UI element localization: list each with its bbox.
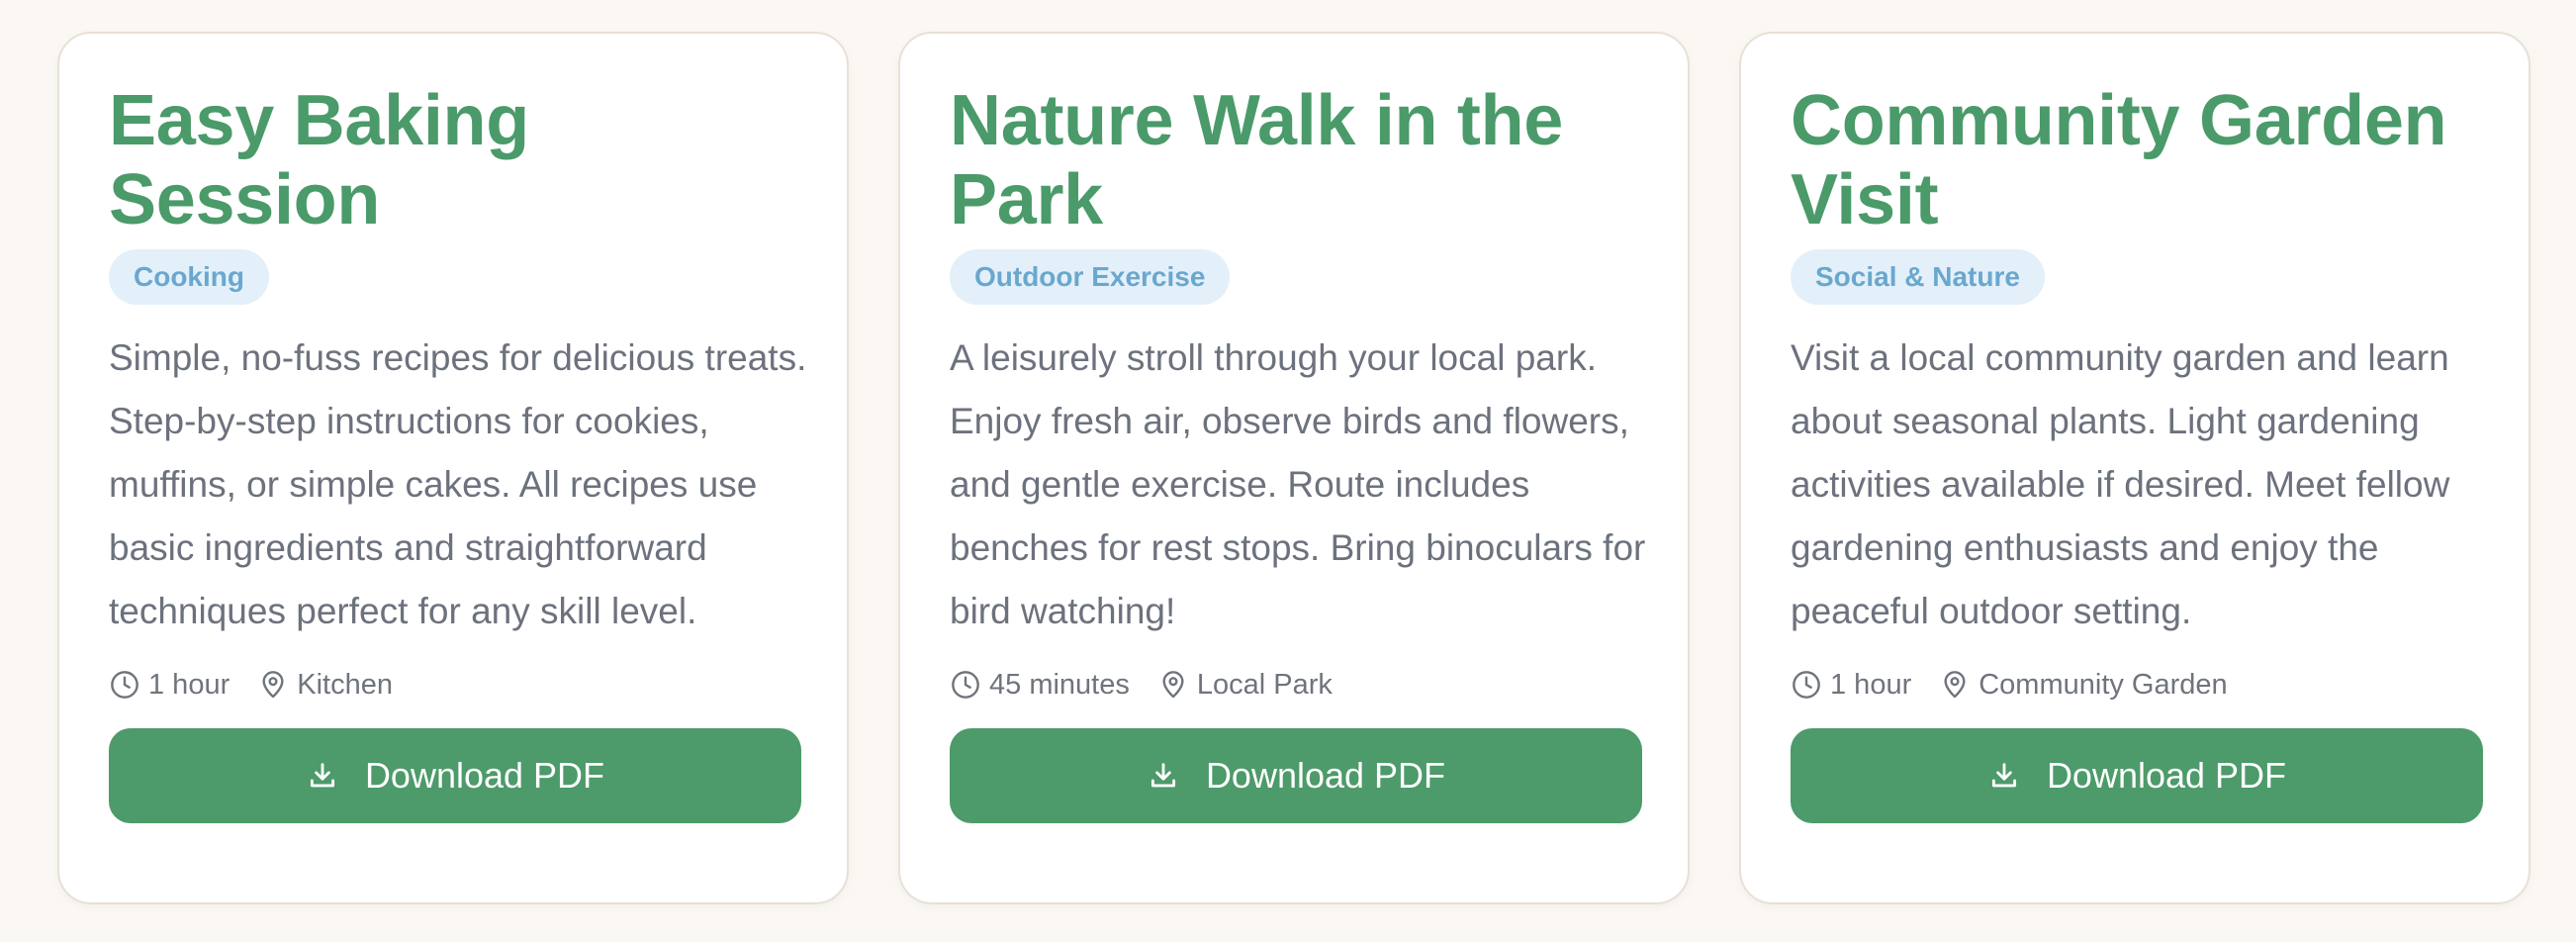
card-meta: 1 hour Community Garden [1791,665,2479,705]
card-title: Easy Baking Session [109,81,529,239]
download-pdf-button[interactable]: Download PDF [109,728,801,823]
clock-icon [1793,671,1820,699]
card-description: Visit a local community garden and learn… [1791,337,2450,631]
location-label: Community Garden [1978,669,2228,701]
download-button-label: Download PDF [2046,755,2287,796]
map-pin-icon [1162,671,1184,699]
card-meta: 45 minutes Local Park [950,665,1638,705]
duration: 1 hour [1791,665,1911,705]
download-icon [1991,763,2016,788]
download-pdf-button[interactable]: Download PDF [1791,728,2483,823]
download-button-label: Download PDF [364,755,605,796]
clock-icon [952,671,979,699]
duration-label: 1 hour [1830,669,1912,701]
activity-card: Community Garden Visit Social & Nature V… [1739,32,2530,904]
duration: 1 hour [109,665,230,705]
card-description: Simple, no-fuss recipes for delicious tr… [109,337,807,631]
clock-icon [111,671,138,699]
location: Local Park [1157,665,1333,705]
location-label: Kitchen [297,669,393,701]
category-badge: Social & Nature [1791,249,2045,305]
duration-label: 45 minutes [989,669,1130,701]
activity-card: Nature Walk in the Park Outdoor Exercise… [898,32,1690,904]
card-title: Community Garden Visit [1791,81,2447,239]
category-badge: Outdoor Exercise [950,249,1231,305]
duration-label: 1 hour [148,669,230,701]
map-pin-icon [262,671,284,699]
card-description: A leisurely stroll through your local pa… [950,337,1646,631]
download-icon [1150,763,1175,788]
card-title: Nature Walk in the Park [950,81,1564,239]
category-badge: Cooking [109,249,269,305]
download-icon [310,763,334,788]
map-pin-icon [1944,671,1966,699]
download-button-label: Download PDF [1205,755,1446,796]
activity-card-grid: Easy Baking Session Cooking Simple, no-f… [57,32,2530,904]
location: Community Garden [1939,665,2228,705]
location-label: Local Park [1196,669,1333,701]
activity-card: Easy Baking Session Cooking Simple, no-f… [57,32,849,904]
duration: 45 minutes [950,665,1130,705]
location: Kitchen [257,665,393,705]
card-meta: 1 hour Kitchen [109,665,797,705]
download-pdf-button[interactable]: Download PDF [950,728,1642,823]
